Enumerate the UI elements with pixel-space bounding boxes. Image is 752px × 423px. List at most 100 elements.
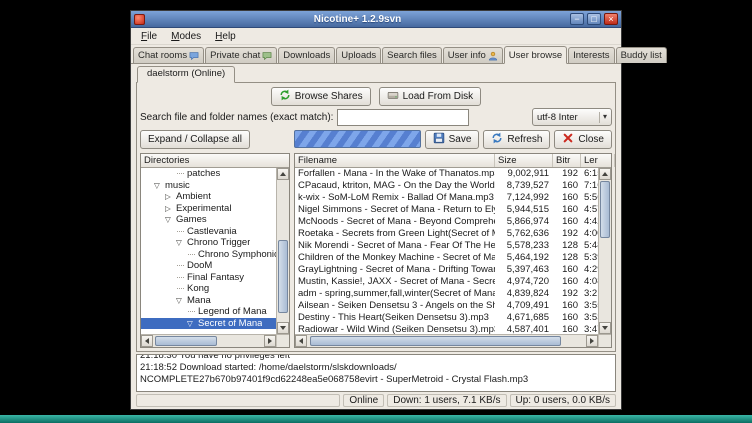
- expander-open-icon[interactable]: ▽: [187, 318, 198, 330]
- expand-collapse-button[interactable]: Expand / Collapse all: [140, 130, 250, 149]
- browse-shares-icon: [279, 89, 291, 104]
- scroll-up-icon[interactable]: [277, 168, 289, 180]
- scroll-left-icon[interactable]: [295, 335, 307, 347]
- files-hscroll-trough[interactable]: [307, 335, 586, 347]
- tab-label: Chat rooms: [138, 50, 187, 61]
- menu-help[interactable]: Help: [208, 30, 243, 43]
- save-button[interactable]: Save: [425, 130, 480, 149]
- file-bitrate-cell: 192: [553, 228, 581, 240]
- tree-item-music[interactable]: ▽music: [141, 180, 276, 192]
- tree-item-final-fantasy[interactable]: Final Fantasy: [141, 272, 276, 284]
- encoding-select[interactable]: utf-8 Inter ▾: [532, 108, 612, 126]
- file-bitrate-cell: 160: [553, 276, 581, 288]
- tab-uploads[interactable]: Uploads: [336, 47, 381, 63]
- browse-shares-button[interactable]: Browse Shares: [271, 87, 371, 106]
- files-hscrollbar[interactable]: [295, 334, 611, 347]
- tree-item-ambient[interactable]: ▷Ambient: [141, 191, 276, 203]
- menu-file[interactable]: File: [134, 30, 164, 43]
- tab-downloads[interactable]: Downloads: [278, 47, 335, 63]
- files-vscroll-trough[interactable]: [599, 180, 611, 322]
- directories-hscroll-thumb[interactable]: [155, 336, 217, 346]
- file-row[interactable]: CPacaud, ktriton, MAG - On the Day the W…: [295, 180, 598, 192]
- maximize-icon[interactable]: □: [587, 13, 601, 25]
- tree-item-chrono-symphonic[interactable]: Chrono Symphonic: [141, 249, 276, 261]
- scroll-down-icon[interactable]: [277, 322, 289, 334]
- directories-vscroll-thumb[interactable]: [278, 240, 288, 314]
- scroll-down-icon[interactable]: [599, 322, 611, 334]
- tab-chat-rooms[interactable]: Chat rooms: [133, 47, 204, 63]
- titlebar[interactable]: Nicotine+ 1.2.9svn − □ ×: [131, 11, 621, 28]
- close-icon: [562, 132, 574, 147]
- tab-interests[interactable]: Interests: [568, 47, 614, 63]
- column-header-length[interactable]: Ler: [581, 154, 615, 167]
- files-hscroll-thumb[interactable]: [310, 336, 561, 346]
- menu-modes[interactable]: Modes: [164, 30, 208, 43]
- tree-item-experimental[interactable]: ▷Experimental: [141, 203, 276, 215]
- file-row[interactable]: Destiny - This Heart(Seiken Densetsu 3).…: [295, 312, 598, 324]
- tab-buddy-list[interactable]: Buddy list: [616, 47, 667, 63]
- file-row[interactable]: McNoods - Secret of Mana - Beyond Compre…: [295, 216, 598, 228]
- tree-item-castlevania[interactable]: Castlevania: [141, 226, 276, 238]
- tree-item-doom[interactable]: DooM: [141, 260, 276, 272]
- expander-open-icon[interactable]: ▽: [176, 295, 187, 307]
- file-row[interactable]: Roetaka - Secrets from Green Light(Secre…: [295, 228, 598, 240]
- column-header-bitrate[interactable]: Bitr: [553, 154, 581, 167]
- tree-item-games[interactable]: ▽Games: [141, 214, 276, 226]
- column-header-filename[interactable]: Filename: [295, 154, 495, 167]
- directories-header[interactable]: Directories: [141, 154, 289, 167]
- directories-hscroll-trough[interactable]: [153, 335, 264, 347]
- scroll-up-icon[interactable]: [599, 168, 611, 180]
- file-length-cell: 5:39: [581, 252, 598, 264]
- refresh-button[interactable]: Refresh: [483, 130, 550, 149]
- close-tab-button[interactable]: Close: [554, 130, 612, 149]
- app-window: Nicotine+ 1.2.9svn − □ × File Modes Help…: [130, 10, 622, 410]
- files-vscroll-thumb[interactable]: [600, 181, 610, 238]
- tree-item-patches[interactable]: patches: [141, 168, 276, 180]
- tab-daelstorm[interactable]: daelstorm (Online): [137, 66, 235, 83]
- tree-item-secret-of-mana[interactable]: ▽Secret of Mana: [141, 318, 276, 330]
- expander-open-icon[interactable]: ▽: [154, 180, 165, 192]
- file-row[interactable]: Nigel Simmons - Secret of Mana - Return …: [295, 204, 598, 216]
- log-view[interactable]: 21:18:30 You have no privileges left 21:…: [136, 354, 616, 392]
- file-size-cell: 4,671,685: [495, 312, 553, 324]
- scroll-right-icon[interactable]: [586, 335, 598, 347]
- file-row[interactable]: k-wix - SoM-LoM Remix - Ballad Of Mana.m…: [295, 192, 598, 204]
- scroll-right-icon[interactable]: [264, 335, 276, 347]
- tab-search-files[interactable]: Search files: [382, 47, 442, 63]
- file-size-cell: 9,002,911: [495, 168, 553, 180]
- tab-label: User browse: [509, 50, 562, 61]
- tree-item-mana[interactable]: ▽Mana: [141, 295, 276, 307]
- minimize-icon[interactable]: −: [570, 13, 584, 25]
- directories-hscrollbar[interactable]: [141, 334, 289, 347]
- file-row[interactable]: Ailsean - Seiken Densetsu 3 - Angels on …: [295, 300, 598, 312]
- tab-user-info[interactable]: User info: [443, 47, 503, 63]
- load-from-disk-button[interactable]: Load From Disk: [379, 87, 482, 106]
- tree-item-legend-of-mana[interactable]: Legend of Mana: [141, 306, 276, 318]
- main-split: Directories patches▽music▷Ambient▷Experi…: [140, 153, 612, 348]
- file-size-cell: 5,397,463: [495, 264, 553, 276]
- file-row[interactable]: Children of the Monkey Machine - Secret …: [295, 252, 598, 264]
- file-row[interactable]: Nik Morendi - Secret of Mana - Fear Of T…: [295, 240, 598, 252]
- expander-open-icon[interactable]: ▽: [176, 237, 187, 249]
- file-name-cell: Destiny - This Heart(Seiken Densetsu 3).…: [295, 312, 495, 324]
- file-row[interactable]: GrayLightning - Secret of Mana - Driftin…: [295, 264, 598, 276]
- close-window-icon[interactable]: ×: [604, 13, 618, 25]
- search-input[interactable]: [337, 109, 469, 126]
- expander-open-icon[interactable]: ▽: [165, 214, 176, 226]
- files-vscrollbar[interactable]: [598, 168, 611, 334]
- directories-vscrollbar[interactable]: [276, 168, 289, 334]
- file-row[interactable]: Radiowar - Wild Wind (Seiken Densetsu 3)…: [295, 324, 598, 334]
- tab-private-chat[interactable]: Private chat: [205, 47, 277, 63]
- tree-item-chrono-trigger[interactable]: ▽Chrono Trigger: [141, 237, 276, 249]
- file-bitrate-cell: 160: [553, 300, 581, 312]
- expander-closed-icon[interactable]: ▷: [165, 191, 176, 203]
- file-row[interactable]: Forfallen - Mana - In the Wake of Thanat…: [295, 168, 598, 180]
- tree-item-kong[interactable]: Kong: [141, 283, 276, 295]
- directories-vscroll-trough[interactable]: [277, 180, 289, 322]
- tab-user-browse[interactable]: User browse: [504, 46, 567, 64]
- file-row[interactable]: adm - spring,summer,fall,winter(Secret o…: [295, 288, 598, 300]
- column-header-size[interactable]: Size: [495, 154, 553, 167]
- file-row[interactable]: Mustin, Kassie!, JAXX - Secret of Mana -…: [295, 276, 598, 288]
- expander-closed-icon[interactable]: ▷: [165, 203, 176, 215]
- scroll-left-icon[interactable]: [141, 335, 153, 347]
